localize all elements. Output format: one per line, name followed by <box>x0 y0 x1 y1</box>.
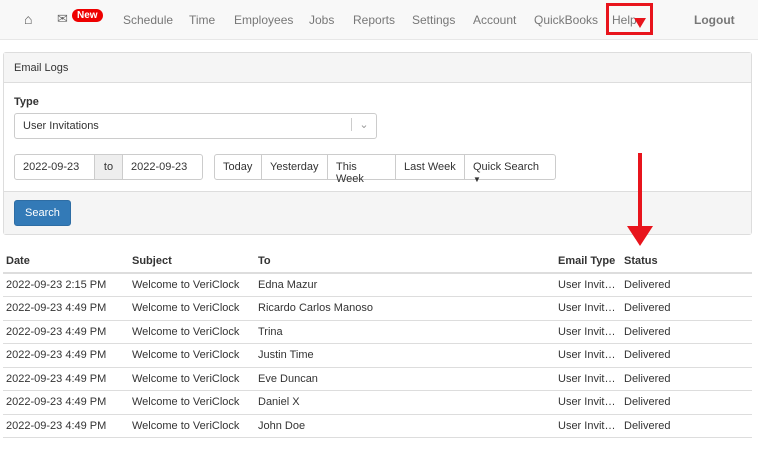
date-cell: 2022-09-23 4:49 PM <box>3 296 129 321</box>
date-from-input[interactable]: 2022-09-23 <box>14 154 95 180</box>
red-arrow-shaft <box>638 153 642 228</box>
this-week-button[interactable]: This Week <box>327 154 396 185</box>
type-label: Type <box>14 96 39 108</box>
nav-schedule[interactable]: Schedule <box>123 13 173 27</box>
nav-jobs[interactable]: Jobs <box>309 13 334 27</box>
nav-time[interactable]: Time <box>189 13 215 27</box>
help-caret-icon <box>634 18 646 28</box>
subject-cell: Welcome to VeriClock <box>129 343 255 368</box>
col-email-type[interactable]: Email Type <box>555 250 621 274</box>
email-type-cell: User Invit… <box>555 390 621 415</box>
to-cell: Trina <box>255 320 555 344</box>
to-cell: Ricardo Carlos Manoso <box>255 296 555 321</box>
status-cell: Delivered <box>621 414 752 438</box>
date-cell: 2022-09-23 2:15 PM <box>3 273 129 297</box>
to-cell: Edna Mazur <box>255 273 555 297</box>
date-cell: 2022-09-23 4:49 PM <box>3 343 129 368</box>
new-badge: New <box>72 9 103 22</box>
type-value: User Invitations <box>23 120 99 132</box>
nav-quickbooks[interactable]: QuickBooks <box>534 13 598 27</box>
subject-cell: Welcome to VeriClock <box>129 367 255 391</box>
date-cell: 2022-09-23 4:49 PM <box>3 367 129 391</box>
email-type-cell: User Invit… <box>555 320 621 344</box>
subject-cell: Welcome to VeriClock <box>129 273 255 297</box>
date-cell: 2022-09-23 4:49 PM <box>3 414 129 438</box>
email-type-cell: User Invit… <box>555 343 621 368</box>
status-cell: Delivered <box>621 273 752 297</box>
status-cell: Delivered <box>621 390 752 415</box>
to-cell: John Doe <box>255 414 555 438</box>
mail-icon[interactable]: ✉ <box>57 11 68 27</box>
table-row[interactable]: 2022-09-23 2:15 PM Welcome to VeriClock Ed… <box>3 273 752 297</box>
table-row[interactable]: 2022-09-23 4:49 PM Welcome to VeriClock Jo… <box>3 414 752 438</box>
quick-search-label: Quick Search <box>473 161 540 173</box>
status-cell: Delivered <box>621 367 752 391</box>
date-cell: 2022-09-23 4:49 PM <box>3 320 129 344</box>
subject-cell: Welcome to VeriClock <box>129 296 255 321</box>
email-type-cell: User Invit… <box>555 414 621 438</box>
nav-reports[interactable]: Reports <box>353 13 395 27</box>
email-log-table: Date Subject To Email Type Status 2022-0… <box>3 250 752 438</box>
email-type-cell: User Invit… <box>555 273 621 297</box>
to-cell: Justin Time <box>255 343 555 368</box>
to-cell: Eve Duncan <box>255 367 555 391</box>
to-cell: Daniel X <box>255 390 555 415</box>
col-date[interactable]: Date <box>3 250 129 274</box>
col-subject[interactable]: Subject <box>129 250 255 274</box>
col-to[interactable]: To <box>255 250 555 274</box>
chevron-down-icon: ⌄ <box>351 118 376 131</box>
search-button[interactable]: Search <box>14 200 71 226</box>
nav-settings[interactable]: Settings <box>412 13 455 27</box>
table-row[interactable]: 2022-09-23 4:49 PM Welcome to VeriClock Ri… <box>3 296 752 321</box>
status-cell: Delivered <box>621 343 752 368</box>
table-row[interactable]: 2022-09-23 4:49 PM Welcome to VeriClock Ju… <box>3 343 752 368</box>
subject-cell: Welcome to VeriClock <box>129 390 255 415</box>
email-type-cell: User Invit… <box>555 367 621 391</box>
quick-search-dropdown[interactable]: Quick Search ▼ <box>464 154 556 184</box>
status-cell: Delivered <box>621 296 752 321</box>
home-icon[interactable]: ⌂ <box>24 11 32 27</box>
subject-cell: Welcome to VeriClock <box>129 320 255 344</box>
subject-cell: Welcome to VeriClock <box>129 414 255 438</box>
status-cell: Delivered <box>621 320 752 344</box>
today-button[interactable]: Today <box>214 154 262 180</box>
panel-title: Email Logs <box>4 53 751 83</box>
red-arrow-head-icon <box>627 226 653 246</box>
date-to-input[interactable]: 2022-09-23 <box>122 154 203 180</box>
type-select[interactable]: User Invitations ⌄ <box>14 113 377 139</box>
yesterday-button[interactable]: Yesterday <box>261 154 328 180</box>
table-row[interactable]: 2022-09-23 4:49 PM Welcome to VeriClock Da… <box>3 390 752 415</box>
col-status[interactable]: Status <box>621 250 752 274</box>
to-label: to <box>94 154 123 180</box>
date-cell: 2022-09-23 4:49 PM <box>3 390 129 415</box>
table-row[interactable]: 2022-09-23 4:49 PM Welcome to VeriClock Ev… <box>3 367 752 391</box>
table-row[interactable]: 2022-09-23 4:49 PM Welcome to VeriClock Tr… <box>3 320 752 344</box>
caret-down-icon: ▼ <box>473 175 481 184</box>
email-type-cell: User Invit… <box>555 296 621 321</box>
nav-logout[interactable]: Logout <box>694 13 735 27</box>
nav-employees[interactable]: Employees <box>234 13 293 27</box>
last-week-button[interactable]: Last Week <box>395 154 465 180</box>
nav-account[interactable]: Account <box>473 13 516 27</box>
